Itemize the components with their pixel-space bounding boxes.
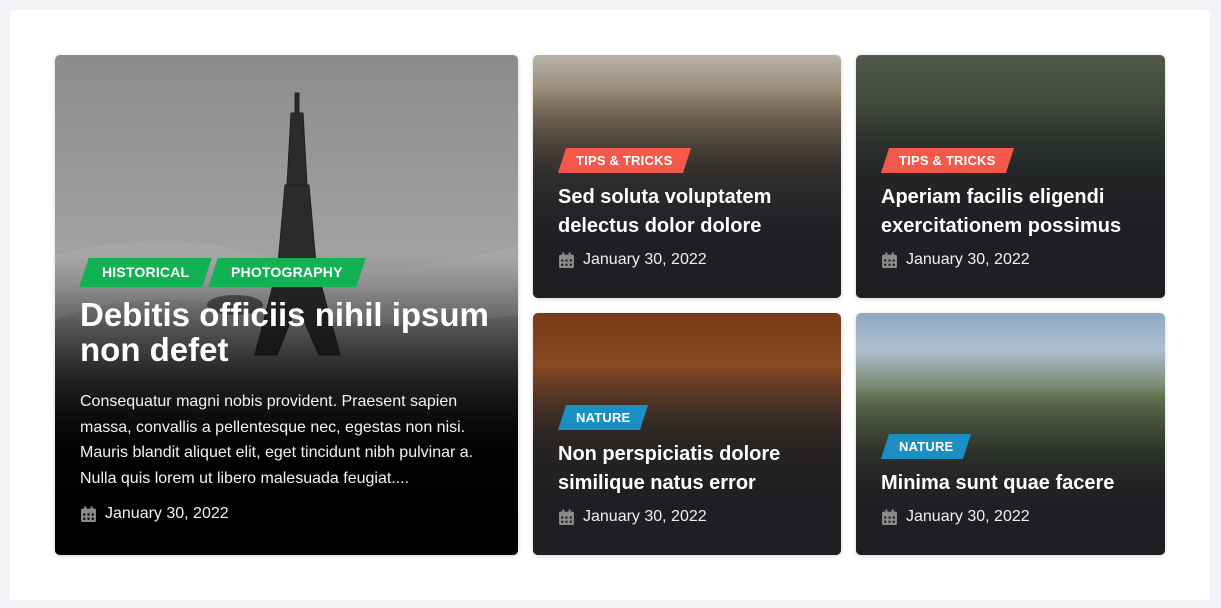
featured-content: Historical Photography Debitis officiis … (79, 258, 493, 523)
tag-historical[interactable]: Historical (79, 258, 213, 287)
calendar-icon (81, 506, 96, 522)
post-title[interactable]: Non perspiciatis dolore similique natus … (558, 440, 816, 498)
post-title[interactable]: Aperiam facilis eligendi exercitationem … (881, 183, 1140, 241)
post-content: Nature Non perspiciatis dolore similique… (557, 405, 816, 526)
calendar-icon (559, 252, 574, 268)
tag-nature[interactable]: Nature (557, 405, 649, 430)
featured-excerpt: Consequatur magni nobis provident. Praes… (80, 393, 474, 487)
featured-title[interactable]: Debitis officiis nihil ipsum non defet (80, 297, 493, 367)
post-content: Tips & Tricks Aperiam facilis eligendi e… (880, 148, 1140, 269)
post-content: Tips & Tricks Sed soluta voluptatem dele… (557, 148, 816, 269)
featured-tags: Historical Photography (79, 258, 493, 287)
tag-nature[interactable]: Nature (880, 434, 972, 459)
post-content: Nature Minima sunt quae facere January 3… (880, 434, 1140, 526)
post-date: January 30, 2022 (881, 508, 1140, 526)
post-card[interactable]: Tips & Tricks Sed soluta voluptatem dele… (533, 55, 841, 298)
post-date: January 30, 2022 (558, 508, 816, 526)
featured-date: January 30, 2022 (80, 505, 493, 523)
post-date: January 30, 2022 (558, 251, 816, 269)
post-title[interactable]: Minima sunt quae facere (881, 469, 1140, 498)
tag-photography[interactable]: Photography (208, 258, 366, 287)
calendar-icon (559, 509, 574, 525)
post-card[interactable]: Nature Non perspiciatis dolore similique… (533, 313, 841, 555)
post-card[interactable]: Tips & Tricks Aperiam facilis eligendi e… (856, 55, 1165, 298)
tag-tips-tricks[interactable]: Tips & Tricks (557, 148, 691, 173)
post-title[interactable]: Sed soluta voluptatem delectus dolor dol… (558, 183, 816, 241)
calendar-icon (882, 252, 897, 268)
post-date: January 30, 2022 (881, 251, 1140, 269)
calendar-icon (882, 509, 897, 525)
tag-tips-tricks[interactable]: Tips & Tricks (880, 148, 1014, 173)
featured-post-card[interactable]: Historical Photography Debitis officiis … (55, 55, 518, 555)
post-card[interactable]: Nature Minima sunt quae facere January 3… (856, 313, 1165, 555)
